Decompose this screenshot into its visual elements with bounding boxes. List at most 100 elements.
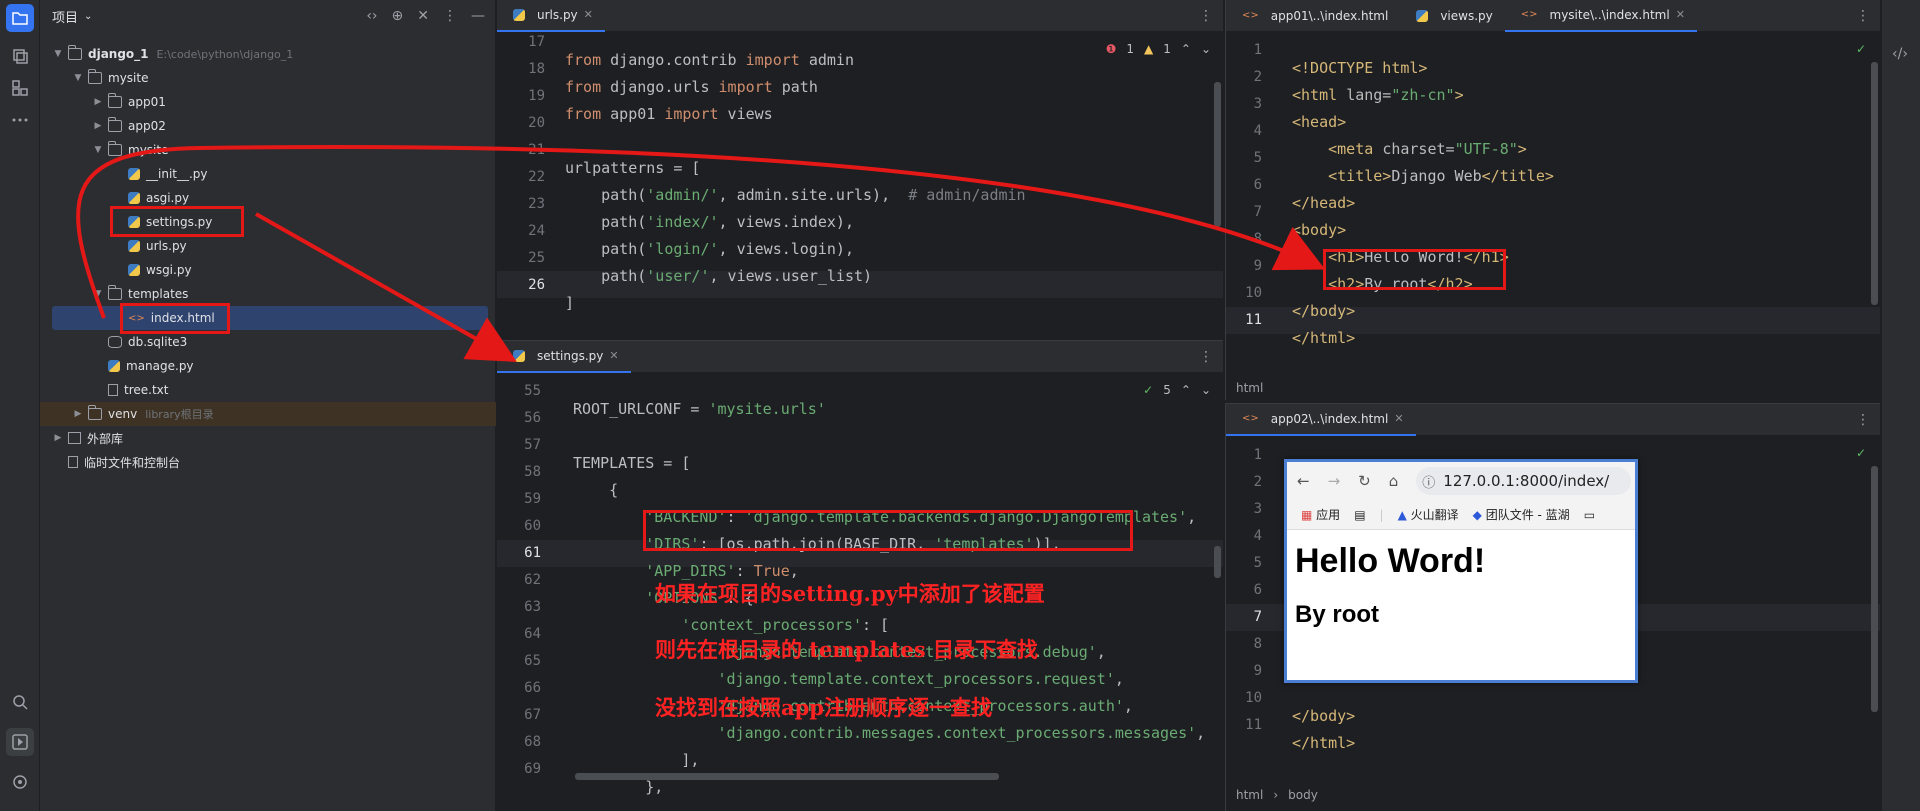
- packages-icon[interactable]: [6, 42, 34, 70]
- tree-item-wsgi[interactable]: wsgi.py: [40, 258, 496, 282]
- tree-item-mysite-pkg[interactable]: ▼ mysite: [40, 138, 496, 162]
- python-file-icon: [128, 192, 140, 204]
- tab-app02-index[interactable]: <> app02\..\index.html ✕: [1226, 404, 1416, 436]
- close-icon[interactable]: ✕: [584, 8, 593, 21]
- tree-item-manage[interactable]: manage.py: [40, 354, 496, 378]
- scratch-icon: [68, 456, 78, 468]
- line-number: 3: [1253, 96, 1262, 112]
- chevron-right-icon[interactable]: ▶: [72, 409, 84, 419]
- more-icon[interactable]: ⋮: [1199, 8, 1213, 24]
- back-icon[interactable]: ←: [1297, 472, 1310, 490]
- tree-item-settings[interactable]: settings.py: [40, 210, 496, 234]
- scrollbar[interactable]: [1871, 62, 1878, 305]
- close-icon[interactable]: ✕: [1394, 412, 1403, 425]
- tab-views[interactable]: views.py: [1400, 0, 1504, 32]
- tree-item-asgi[interactable]: asgi.py: [40, 186, 496, 210]
- line-number: 23: [528, 196, 545, 212]
- code-icon[interactable]: ‹/›: [1892, 46, 1908, 62]
- reload-icon[interactable]: ↻: [1358, 472, 1371, 490]
- line-number: 20: [528, 115, 545, 131]
- tree-item-mysite[interactable]: ▼ mysite: [40, 66, 496, 90]
- chevron-down-icon[interactable]: ▼: [92, 289, 104, 299]
- grid-icon[interactable]: ▤: [1354, 508, 1365, 522]
- tab-urls[interactable]: urls.py ✕: [497, 0, 605, 32]
- search-icon[interactable]: [6, 688, 34, 716]
- urls-gutter: 17 18 19 20 21 22 23 24 25 26: [497, 29, 545, 299]
- tree-item-venv[interactable]: ▶ venv library根目录: [40, 402, 496, 426]
- structure-icon[interactable]: [6, 74, 34, 102]
- tree-item-app02[interactable]: ▶ app02: [40, 114, 496, 138]
- scrollbar[interactable]: [1214, 82, 1221, 227]
- more-icon[interactable]: ⋮: [1856, 412, 1870, 428]
- check-icon[interactable]: ✓: [1856, 446, 1866, 460]
- urls-code[interactable]: from django.contrib import admin from dja…: [565, 29, 1026, 338]
- chevron-up-icon[interactable]: ⌃: [1181, 42, 1191, 56]
- tab-mysite-index[interactable]: <> mysite\..\index.html ✕: [1504, 0, 1697, 32]
- tree-label: manage.py: [126, 359, 194, 373]
- forward-icon[interactable]: →: [1328, 472, 1341, 490]
- collapse-icon[interactable]: ‹›: [366, 8, 377, 24]
- python-file-icon: [513, 349, 525, 362]
- tab-label: app01\..\index.html: [1270, 8, 1389, 23]
- chevron-right-icon[interactable]: ▶: [92, 97, 104, 107]
- close-icon[interactable]: ✕: [1676, 8, 1685, 21]
- index-code[interactable]: <!DOCTYPE html> <html lang="zh-cn"> <head>…: [1292, 37, 1554, 388]
- close-icon[interactable]: ✕: [609, 349, 618, 362]
- tree-item-app01[interactable]: ▶ app01: [40, 90, 496, 114]
- expand-icon[interactable]: ✕: [417, 8, 429, 24]
- address-bar[interactable]: ⓘ 127.0.0.1:8000/index/: [1416, 467, 1631, 495]
- tree-item-external-libs[interactable]: ▶ 外部库: [40, 426, 496, 450]
- tree-item-scratches[interactable]: 临时文件和控制台: [40, 450, 496, 474]
- home-icon[interactable]: ⌂: [1389, 472, 1399, 490]
- tree-label: wsgi.py: [146, 263, 192, 277]
- tab-settings[interactable]: settings.py ✕: [497, 341, 631, 373]
- scrollbar[interactable]: [1214, 546, 1221, 578]
- tree-item-index-html[interactable]: <> index.html: [52, 306, 488, 330]
- tree-item-init[interactable]: __init__.py: [40, 162, 496, 186]
- minimize-icon[interactable]: —: [471, 8, 485, 24]
- bookmark-lanhu[interactable]: ◆ 团队文件 - 蓝湖: [1473, 506, 1570, 523]
- chevron-down-icon[interactable]: ⌄: [1201, 42, 1211, 56]
- more-icon[interactable]: [6, 106, 34, 134]
- check-icon[interactable]: ✓: [1856, 42, 1866, 56]
- line-number: 67: [524, 707, 541, 723]
- tree-item-templates[interactable]: ▼ templates: [40, 282, 496, 306]
- chevron-right-icon: ›: [1273, 788, 1279, 802]
- chevron-right-icon[interactable]: ▶: [92, 121, 104, 131]
- line-number: 3: [1253, 501, 1262, 517]
- more-icon[interactable]: ⋮: [1199, 349, 1213, 365]
- more-icon[interactable]: ⋮: [1856, 8, 1870, 24]
- tree-item-urls[interactable]: urls.py: [40, 234, 496, 258]
- tree-item-tree-txt[interactable]: tree.txt: [40, 378, 496, 402]
- tab-app01-index[interactable]: <> app01\..\index.html: [1226, 0, 1400, 32]
- tree-item-db[interactable]: db.sqlite3: [40, 330, 496, 354]
- breadcrumb[interactable]: html › body: [1236, 788, 1318, 802]
- options-icon[interactable]: ⋮: [443, 8, 457, 24]
- inspection-widget[interactable]: ❶ 1 ▲ 1 ⌃ ⌄: [1106, 42, 1211, 56]
- chevron-right-icon[interactable]: ▶: [52, 433, 64, 443]
- chevron-down-icon[interactable]: ▼: [72, 73, 84, 83]
- breadcrumb[interactable]: html: [1236, 381, 1263, 395]
- folder-icon[interactable]: [6, 4, 34, 32]
- git-icon[interactable]: [6, 768, 34, 796]
- chevron-down-icon[interactable]: ▼: [92, 145, 104, 155]
- line-number: 4: [1253, 123, 1262, 139]
- info-icon[interactable]: ⓘ: [1422, 472, 1435, 491]
- locate-icon[interactable]: ⊕: [392, 8, 404, 24]
- breadcrumb-item[interactable]: body: [1288, 788, 1318, 802]
- bookmark-apps[interactable]: ▦ 应用: [1301, 506, 1340, 523]
- breadcrumb-item[interactable]: html: [1236, 788, 1263, 802]
- bookmark-label: 应用: [1316, 508, 1341, 522]
- line-number: 11: [1245, 717, 1262, 733]
- scrollbar[interactable]: [1871, 466, 1878, 712]
- line-number: 64: [524, 626, 541, 642]
- run-icon[interactable]: [6, 728, 34, 756]
- chevron-down-icon[interactable]: ⌄: [84, 11, 92, 22]
- tree-item-django_1[interactable]: ▼ django_1 E:\code\python\django_1: [40, 42, 496, 66]
- h-scrollbar[interactable]: [575, 773, 999, 780]
- line-number: 25: [528, 250, 545, 266]
- chevron-down-icon[interactable]: ▼: [52, 49, 64, 59]
- bookmark-label: 火山翻译: [1410, 508, 1459, 522]
- folder-icon[interactable]: ▭: [1584, 508, 1595, 522]
- bookmark-volc[interactable]: ▲ 火山翻译: [1398, 506, 1459, 523]
